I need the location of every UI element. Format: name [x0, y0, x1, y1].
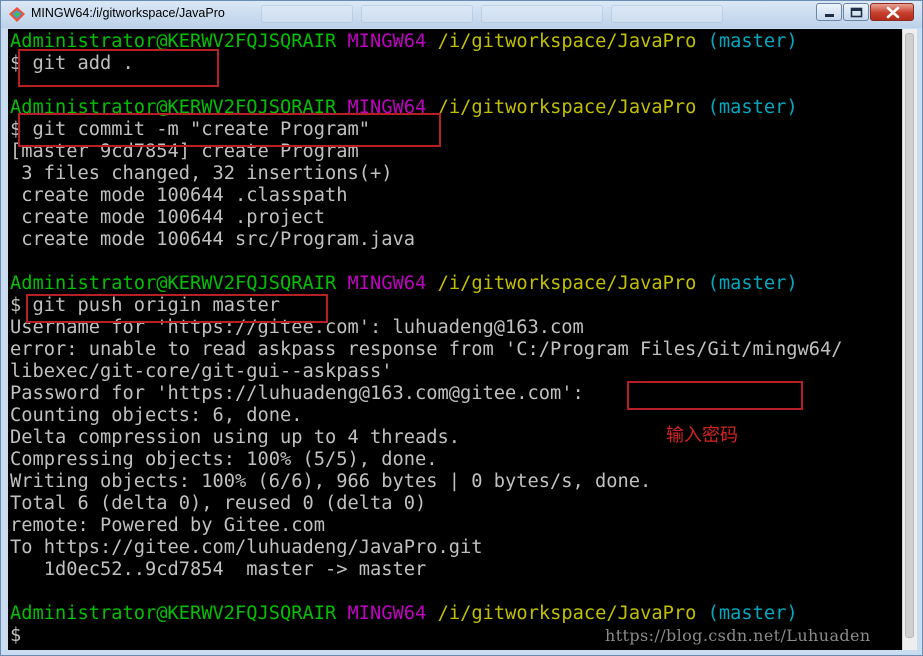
prompt-line: Administrator@KERWV2FQJSQRAIR MINGW64 /i…: [10, 273, 798, 295]
close-icon: [886, 6, 900, 19]
password-prompt-line: Password for 'https://luhuadeng@163.com@…: [10, 383, 584, 404]
prompt-line: Administrator@KERWV2FQJSQRAIR MINGW64 /i…: [10, 603, 798, 625]
maximize-button[interactable]: [843, 3, 869, 21]
minimize-icon: [825, 14, 834, 17]
prompt-system: MINGW64: [347, 603, 427, 624]
output-line: libexec/git-core/git-gui--askpass': [10, 361, 393, 382]
background-tab: [481, 5, 603, 23]
output-line: remote: Powered by Gitee.com: [10, 515, 326, 536]
background-tab: [261, 5, 353, 23]
output-line: Writing objects: 100% (6/6), 966 bytes |…: [10, 471, 652, 492]
prompt-branch: (master): [707, 97, 798, 118]
output-line: create mode 100644 .project: [10, 207, 326, 228]
output-line: Delta compression using up to 4 threads.: [10, 427, 461, 448]
watermark-text: https://blog.csdn.net/Luhuaden: [605, 626, 871, 645]
prompt-path: /i/gitworkspace/JavaPro: [437, 273, 697, 294]
output-line: error: unable to read askpass response f…: [10, 339, 843, 360]
prompt-path: /i/gitworkspace/JavaPro: [437, 97, 697, 118]
prompt-branch: (master): [707, 273, 798, 294]
annotation-label: 输入密码: [666, 425, 738, 446]
prompt-user-host: Administrator@KERWV2FQJSQRAIR: [10, 603, 337, 624]
highlight-box-git-add: [18, 49, 219, 87]
git-bash-icon: [9, 7, 25, 22]
title-bar[interactable]: MINGW64:/i/gitworkspace/JavaPro: [1, 1, 922, 28]
background-tab: [361, 5, 473, 23]
output-line: 3 files changed, 32 insertions(+): [10, 163, 393, 184]
maximize-icon: [850, 7, 863, 18]
output-line: Compressing objects: 100% (5/5), done.: [10, 449, 438, 470]
output-line: create mode 100644 src/Program.java: [10, 229, 416, 250]
command-line: $: [10, 625, 22, 646]
prompt-branch: (master): [707, 31, 798, 52]
scroll-thumb[interactable]: [905, 33, 914, 638]
highlight-box-git-push: [26, 294, 328, 323]
output-line: 1d0ec52..9cd7854 master -> master: [10, 559, 427, 580]
prompt-path: /i/gitworkspace/JavaPro: [437, 603, 697, 624]
vertical-scrollbar[interactable]: [902, 29, 917, 650]
highlight-box-password: [627, 381, 803, 410]
minimize-button[interactable]: [816, 3, 842, 21]
prompt-user-host: Administrator@KERWV2FQJSQRAIR: [10, 273, 337, 294]
output-line: Total 6 (delta 0), reused 0 (delta 0): [10, 493, 427, 514]
highlight-box-git-commit: [18, 113, 441, 147]
output-line: To https://gitee.com/luhuadeng/JavaPro.g…: [10, 537, 483, 558]
close-button[interactable]: [870, 3, 914, 21]
prompt-system: MINGW64: [347, 31, 427, 52]
prompt-system: MINGW64: [347, 273, 427, 294]
output-line: create mode 100644 .classpath: [10, 185, 348, 206]
background-tab: [611, 5, 723, 23]
output-line: Counting objects: 6, done.: [10, 405, 303, 426]
prompt-branch: (master): [707, 603, 798, 624]
background-tabs: [231, 5, 751, 23]
prompt-path: /i/gitworkspace/JavaPro: [437, 31, 697, 52]
terminal-window: MINGW64:/i/gitworkspace/JavaPro Administ…: [0, 0, 923, 656]
window-title: MINGW64:/i/gitworkspace/JavaPro: [31, 6, 225, 20]
